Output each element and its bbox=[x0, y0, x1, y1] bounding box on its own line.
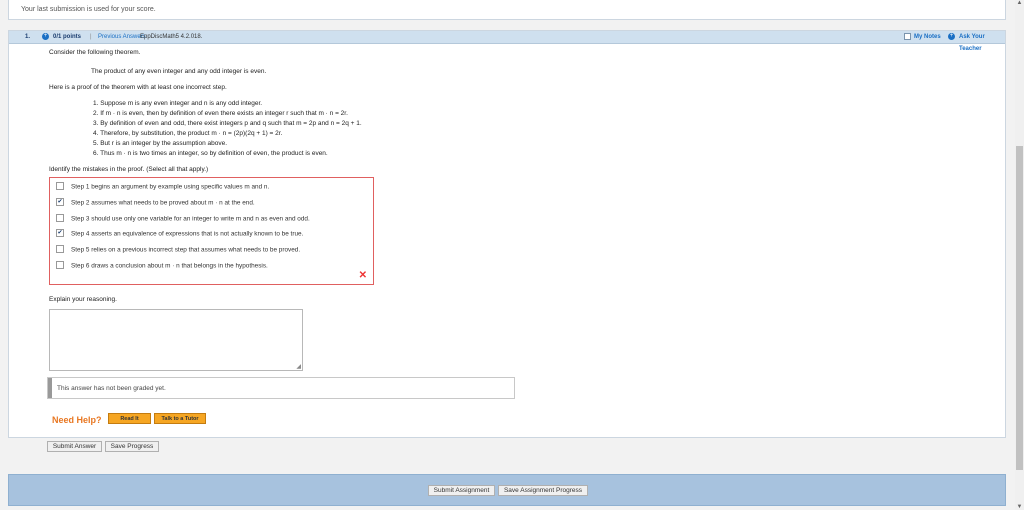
proof-step: 5. But r is an integer by the assumption… bbox=[93, 140, 228, 147]
scroll-down-icon[interactable]: ▼ bbox=[1015, 504, 1024, 510]
choice-label: Step 1 begins an argument by example usi… bbox=[71, 183, 270, 191]
choice-item[interactable]: Step 3 should use only one variable for … bbox=[56, 214, 310, 223]
scroll-up-icon[interactable]: ▲ bbox=[1015, 0, 1024, 6]
submission-note-text: Your last submission is used for your sc… bbox=[21, 6, 156, 13]
proof-intro: Here is a proof of the theorem with at l… bbox=[49, 84, 227, 91]
talk-to-tutor-button[interactable]: Talk to a Tutor bbox=[154, 413, 206, 424]
identify-instruction: Identify the mistakes in the proof. (Sel… bbox=[49, 166, 209, 173]
incorrect-x-icon: ✕ bbox=[358, 270, 367, 281]
choice-checkbox[interactable] bbox=[56, 245, 64, 253]
submission-note: Your last submission is used for your sc… bbox=[8, 0, 1006, 20]
header-separator: | bbox=[90, 34, 92, 40]
choice-label: Step 3 should use only one variable for … bbox=[71, 215, 310, 223]
question-header: 1. + 0/1 points | Previous Answers EppDi… bbox=[9, 31, 1005, 52]
ask-teacher-link[interactable]: Ask Your Teacher bbox=[959, 31, 1005, 55]
notes-checkbox-icon[interactable] bbox=[904, 33, 911, 40]
choice-label: Step 2 assumes what needs to be proved a… bbox=[71, 199, 255, 207]
choice-item[interactable]: ✔ Step 4 asserts an equivalence of expres… bbox=[56, 229, 304, 238]
grading-status-text: This answer has not been graded yet. bbox=[57, 385, 166, 392]
need-help-label: Need Help? bbox=[52, 415, 102, 425]
assignment-id: EppDiscMath5 4.2.018. bbox=[140, 34, 203, 40]
my-notes-link[interactable]: My Notes bbox=[914, 31, 941, 43]
previous-answers-link[interactable]: Previous Answers bbox=[98, 31, 146, 43]
assignment-footer: Submit Assignment Save Assignment Progre… bbox=[8, 474, 1006, 506]
question-panel: 1. + 0/1 points | Previous Answers EppDi… bbox=[8, 30, 1006, 452]
scrollbar-thumb[interactable] bbox=[1016, 146, 1023, 470]
choice-checkbox[interactable] bbox=[56, 214, 64, 222]
choice-checkbox[interactable] bbox=[56, 182, 64, 190]
proof-step: 2. If m · n is even, then by definition … bbox=[93, 110, 348, 117]
points-text: 0/1 points bbox=[53, 34, 82, 40]
grading-status: This answer has not been graded yet. bbox=[47, 377, 515, 399]
proof-step: 1. Suppose m is any even integer and n i… bbox=[93, 100, 263, 107]
question-number: 1. bbox=[25, 34, 31, 40]
ask-teacher-plus-icon[interactable]: + bbox=[948, 33, 955, 40]
save-progress-button[interactable]: Save Progress bbox=[105, 441, 159, 452]
choice-label: Step 6 draws a conclusion about m · n th… bbox=[71, 262, 268, 270]
reasoning-textarea[interactable]: ◢ bbox=[49, 309, 303, 371]
vertical-scrollbar[interactable]: ▲ ▼ bbox=[1015, 0, 1024, 510]
page-background: Your last submission is used for your sc… bbox=[0, 0, 1015, 510]
choice-item[interactable]: Step 5 relies on a previous incorrect st… bbox=[56, 245, 301, 254]
choice-item[interactable]: ✔ Step 2 assumes what needs to be proved … bbox=[56, 198, 255, 207]
proof-step: 4. Therefore, by substitution, the produ… bbox=[93, 130, 283, 137]
submit-answer-button[interactable]: Submit Answer bbox=[47, 441, 102, 452]
choice-label: Step 4 asserts an equivalence of express… bbox=[71, 230, 304, 238]
choice-checkbox[interactable] bbox=[56, 261, 64, 269]
question-intro: Consider the following theorem. bbox=[49, 49, 141, 56]
resize-grip-icon[interactable]: ◢ bbox=[296, 363, 301, 370]
proof-step: 3. By definition of even and odd, there … bbox=[93, 120, 362, 127]
proof-step: 6. Thus m · n is two times an integer, s… bbox=[93, 150, 328, 157]
read-it-button[interactable]: Read It bbox=[108, 413, 151, 424]
choice-label: Step 5 relies on a previous incorrect st… bbox=[71, 246, 301, 254]
choice-checkbox-checked[interactable]: ✔ bbox=[56, 198, 64, 206]
choice-item[interactable]: Step 6 draws a conclusion about m · n th… bbox=[56, 261, 268, 270]
expand-plus-icon[interactable]: + bbox=[42, 33, 49, 40]
save-assignment-progress-button[interactable]: Save Assignment Progress bbox=[498, 485, 588, 496]
explain-label: Explain your reasoning. bbox=[49, 296, 117, 303]
choice-checkbox-checked[interactable]: ✔ bbox=[56, 229, 64, 237]
choice-item[interactable]: Step 1 begins an argument by example usi… bbox=[56, 182, 270, 191]
theorem-text: The product of any even integer and any … bbox=[91, 68, 267, 75]
answer-choices: Step 1 begins an argument by example usi… bbox=[49, 177, 374, 285]
submit-assignment-button[interactable]: Submit Assignment bbox=[428, 485, 495, 496]
